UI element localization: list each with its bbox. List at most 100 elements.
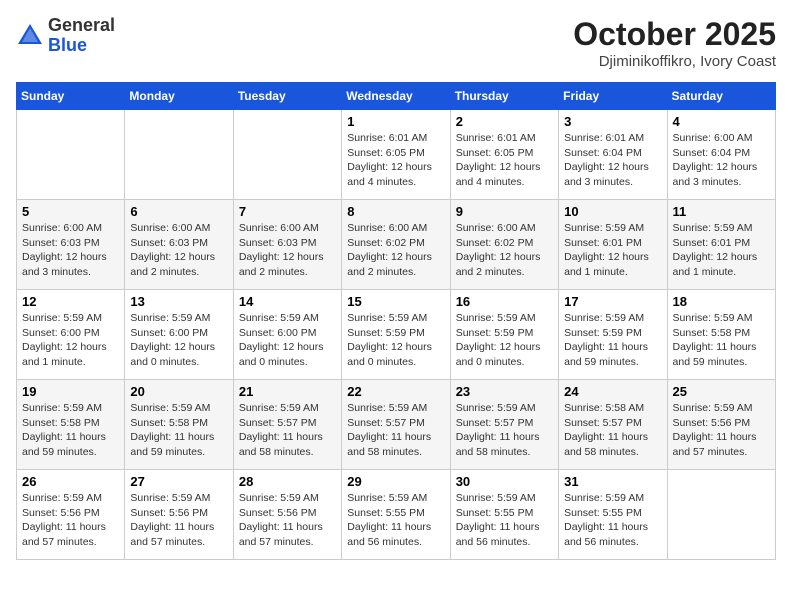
calendar-cell: 29Sunrise: 5:59 AM Sunset: 5:55 PM Dayli… <box>342 470 450 560</box>
day-number: 8 <box>347 204 444 219</box>
day-number: 25 <box>673 384 770 399</box>
calendar-cell: 12Sunrise: 5:59 AM Sunset: 6:00 PM Dayli… <box>17 290 125 380</box>
calendar-cell: 31 Sunrise: 5:59 AM Sunset: 5:55 PM Dayli… <box>559 470 667 560</box>
day-number: 9 <box>456 204 553 219</box>
calendar-cell: 30 Sunrise: 5:59 AM Sunset: 5:55 PM Dayli… <box>450 470 558 560</box>
day-number: 7 <box>239 204 336 219</box>
day-info: Sunrise: 5:59 AM Sunset: 5:56 PM Dayligh… <box>673 401 770 460</box>
calendar-week-3: 12 Sunrise: 5:59 AM Sunset: 6:00 PM Dayli… <box>17 290 776 380</box>
calendar-cell <box>667 470 775 560</box>
day-info: Sunrise: 5:59 AM Sunset: 5:59 PM Dayligh… <box>456 311 553 370</box>
calendar-cell: 25 Sunrise: 5:59 AM Sunset: 5:56 PM Dayli… <box>667 380 775 470</box>
day-info: Sunrise: 5:59 AM Sunset: 5:57 PM Dayligh… <box>239 401 336 460</box>
calendar-cell: 7 Sunrise: 6:00 AM Sunset: 6:03 PM Daylig… <box>233 200 341 290</box>
calendar-cell: 22 Sunrise: 5:59 AM Sunset: 5:57 PM Dayli… <box>342 380 450 470</box>
day-number: 19 <box>22 384 119 399</box>
day-number: 1 <box>347 114 444 129</box>
day-number: 16 <box>456 294 553 309</box>
day-info: Sunrise: 6:01 AM Sunset: 6:04 PM Dayligh… <box>564 131 661 190</box>
calendar-cell <box>125 110 233 200</box>
logo: General Blue <box>16 16 115 56</box>
day-info: Sunrise: 5:59 AM Sunset: 6:01 PM Dayligh… <box>564 221 661 280</box>
logo-icon <box>16 22 44 50</box>
day-info: Sunrise: 6:00 AM Sunset: 6:03 PM Dayligh… <box>130 221 227 280</box>
weekday-header-wednesday: Wednesday <box>342 83 450 110</box>
day-number: 18 <box>673 294 770 309</box>
calendar-cell: 10 Sunrise: 5:59 AM Sunset: 6:01 PM Dayli… <box>559 200 667 290</box>
day-info: Sunrise: 5:58 AM Sunset: 5:57 PM Dayligh… <box>564 401 661 460</box>
day-info: Sunrise: 5:59 AM Sunset: 5:58 PM Dayligh… <box>673 311 770 370</box>
day-info: Sunrise: 6:00 AM Sunset: 6:03 PM Dayligh… <box>239 221 336 280</box>
calendar-week-1: 1 Sunrise: 6:01 AM Sunset: 6:05 PM Daylig… <box>17 110 776 200</box>
day-info: Sunrise: 5:59 AM Sunset: 5:59 PM Dayligh… <box>564 311 661 370</box>
weekday-header-sunday: Sunday <box>17 83 125 110</box>
day-number: 20 <box>130 384 227 399</box>
calendar-cell: 28 Sunrise: 5:59 AM Sunset: 5:56 PM Dayli… <box>233 470 341 560</box>
calendar-cell: 17 Sunrise: 5:59 AM Sunset: 5:59 PM Dayli… <box>559 290 667 380</box>
day-number: 12 <box>22 294 119 309</box>
day-info: Sunrise: 5:59 AM Sunset: 5:57 PM Dayligh… <box>456 401 553 460</box>
calendar-cell: 8 Sunrise: 6:00 AM Sunset: 6:02 PM Daylig… <box>342 200 450 290</box>
day-info: Sunrise: 5:59 AM Sunset: 5:57 PM Dayligh… <box>347 401 444 460</box>
calendar-week-5: 26 Sunrise: 5:59 AM Sunset: 5:56 PM Dayli… <box>17 470 776 560</box>
calendar-cell: 9 Sunrise: 6:00 AM Sunset: 6:02 PM Daylig… <box>450 200 558 290</box>
day-info: Sunrise: 5:59 AM Sunset: 5:59 PM Dayligh… <box>347 311 444 370</box>
day-number: 30 <box>456 474 553 489</box>
day-number: 5 <box>22 204 119 219</box>
day-number: 28 <box>239 474 336 489</box>
logo-general-text: General <box>48 15 115 35</box>
calendar-cell: 3Sunrise: 6:01 AM Sunset: 6:04 PM Daylig… <box>559 110 667 200</box>
calendar-cell: 21 Sunrise: 5:59 AM Sunset: 5:57 PM Dayli… <box>233 380 341 470</box>
calendar-cell: 26 Sunrise: 5:59 AM Sunset: 5:56 PM Dayli… <box>17 470 125 560</box>
day-number: 22 <box>347 384 444 399</box>
weekday-header-monday: Monday <box>125 83 233 110</box>
calendar-cell: 15 Sunrise: 5:59 AM Sunset: 5:59 PM Dayli… <box>342 290 450 380</box>
page-header: General Blue October 2025 Djiminikoffikr… <box>16 16 776 70</box>
calendar-table: SundayMondayTuesdayWednesdayThursdayFrid… <box>16 82 776 560</box>
calendar-cell <box>17 110 125 200</box>
calendar-cell: 18 Sunrise: 5:59 AM Sunset: 5:58 PM Dayli… <box>667 290 775 380</box>
day-info: Sunrise: 6:00 AM Sunset: 6:03 PM Dayligh… <box>22 221 119 280</box>
calendar-cell <box>233 110 341 200</box>
calendar-week-4: 19 Sunrise: 5:59 AM Sunset: 5:58 PM Dayli… <box>17 380 776 470</box>
day-info: Sunrise: 5:59 AM Sunset: 6:01 PM Dayligh… <box>673 221 770 280</box>
calendar-cell: 13Sunrise: 5:59 AM Sunset: 6:00 PM Dayli… <box>125 290 233 380</box>
calendar-cell: 24Sunrise: 5:58 AM Sunset: 5:57 PM Dayli… <box>559 380 667 470</box>
day-info: Sunrise: 6:00 AM Sunset: 6:02 PM Dayligh… <box>456 221 553 280</box>
day-number: 29 <box>347 474 444 489</box>
calendar-cell: 2Sunrise: 6:01 AM Sunset: 6:05 PM Daylig… <box>450 110 558 200</box>
weekday-header-row: SundayMondayTuesdayWednesdayThursdayFrid… <box>17 83 776 110</box>
day-info: Sunrise: 5:59 AM Sunset: 5:56 PM Dayligh… <box>239 491 336 550</box>
day-info: Sunrise: 6:01 AM Sunset: 6:05 PM Dayligh… <box>456 131 553 190</box>
month-title: October 2025 <box>573 16 776 53</box>
day-number: 11 <box>673 204 770 219</box>
location-text: Djiminikoffikro, Ivory Coast <box>573 53 776 70</box>
logo-blue-text: Blue <box>48 35 87 55</box>
calendar-cell: 5 Sunrise: 6:00 AM Sunset: 6:03 PM Daylig… <box>17 200 125 290</box>
weekday-header-thursday: Thursday <box>450 83 558 110</box>
calendar-cell: 4Sunrise: 6:00 AM Sunset: 6:04 PM Daylig… <box>667 110 775 200</box>
calendar-cell: 27Sunrise: 5:59 AM Sunset: 5:56 PM Dayli… <box>125 470 233 560</box>
day-info: Sunrise: 5:59 AM Sunset: 6:00 PM Dayligh… <box>239 311 336 370</box>
weekday-header-saturday: Saturday <box>667 83 775 110</box>
day-info: Sunrise: 5:59 AM Sunset: 5:55 PM Dayligh… <box>564 491 661 550</box>
calendar-cell: 20 Sunrise: 5:59 AM Sunset: 5:58 PM Dayli… <box>125 380 233 470</box>
calendar-cell: 23Sunrise: 5:59 AM Sunset: 5:57 PM Dayli… <box>450 380 558 470</box>
day-info: Sunrise: 5:59 AM Sunset: 5:58 PM Dayligh… <box>130 401 227 460</box>
day-number: 4 <box>673 114 770 129</box>
calendar-cell: 1Sunrise: 6:01 AM Sunset: 6:05 PM Daylig… <box>342 110 450 200</box>
day-number: 10 <box>564 204 661 219</box>
day-info: Sunrise: 5:59 AM Sunset: 5:58 PM Dayligh… <box>22 401 119 460</box>
day-number: 15 <box>347 294 444 309</box>
day-number: 31 <box>564 474 661 489</box>
day-number: 17 <box>564 294 661 309</box>
day-number: 6 <box>130 204 227 219</box>
day-info: Sunrise: 5:59 AM Sunset: 6:00 PM Dayligh… <box>130 311 227 370</box>
day-info: Sunrise: 5:59 AM Sunset: 5:55 PM Dayligh… <box>456 491 553 550</box>
day-info: Sunrise: 5:59 AM Sunset: 5:56 PM Dayligh… <box>22 491 119 550</box>
day-info: Sunrise: 6:00 AM Sunset: 6:02 PM Dayligh… <box>347 221 444 280</box>
day-number: 21 <box>239 384 336 399</box>
day-number: 26 <box>22 474 119 489</box>
calendar-cell: 6 Sunrise: 6:00 AM Sunset: 6:03 PM Daylig… <box>125 200 233 290</box>
weekday-header-tuesday: Tuesday <box>233 83 341 110</box>
